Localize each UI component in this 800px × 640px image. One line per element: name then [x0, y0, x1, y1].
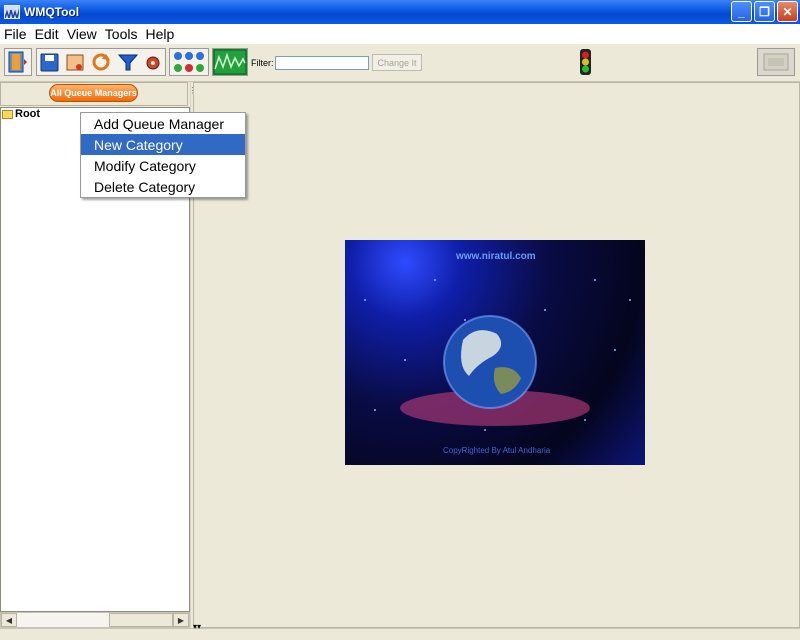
tree-item-root[interactable]: Root — [2, 108, 40, 120]
scroll-left-button[interactable]: ◀ — [1, 613, 17, 627]
status-matrix-icon — [174, 52, 204, 72]
menu-view[interactable]: View — [63, 26, 101, 42]
exit-button[interactable] — [4, 48, 32, 76]
restore-icon: ❐ — [759, 4, 770, 19]
exit-door-icon — [8, 51, 27, 73]
disabled-panel-button[interactable] — [757, 48, 795, 76]
close-icon: ✕ — [782, 4, 793, 19]
restore-button[interactable]: ❐ — [754, 1, 775, 22]
gear-settings-icon — [146, 56, 160, 70]
monitor-button[interactable] — [212, 48, 248, 76]
minimize-button[interactable]: _ — [731, 1, 752, 22]
tree-item-label: Root — [15, 108, 41, 120]
menu-tools[interactable]: Tools — [101, 26, 142, 42]
monitor-graph-icon — [213, 49, 247, 75]
minimize-icon: _ — [738, 4, 745, 19]
filter-label: Filter: — [251, 58, 274, 68]
status-button[interactable] — [169, 48, 209, 76]
context-menu: Add Queue Manager New Category Modify Ca… — [80, 112, 246, 198]
close-button[interactable]: ✕ — [777, 1, 798, 22]
change-it-button[interactable]: Change It — [372, 54, 422, 71]
menu-item-modify-category[interactable]: Modify Category — [81, 155, 245, 176]
scroll-right-button[interactable]: ▶ — [173, 613, 189, 627]
starfield-globe-graphic — [364, 279, 631, 431]
main-tools-group — [36, 48, 166, 76]
traffic-light — [574, 48, 598, 81]
status-bar — [0, 628, 800, 640]
menu-help[interactable]: Help — [141, 26, 178, 42]
folder-icon — [2, 109, 13, 119]
splash-image: www.niratul.com CopyRighted By Atul Andh… — [345, 240, 645, 465]
filter-funnel-icon — [117, 54, 139, 71]
filter-input[interactable] — [275, 56, 369, 70]
arrow-left-icon: ◀ — [5, 615, 13, 625]
scroll-thumb[interactable] — [109, 613, 173, 627]
arrow-right-icon: ▶ — [177, 615, 185, 625]
window-title: WMQTool — [24, 5, 80, 19]
menu-edit[interactable]: Edit — [31, 26, 63, 42]
app-logo-icon — [4, 5, 20, 19]
horizontal-scrollbar[interactable]: ◀ ▶ — [0, 612, 190, 628]
menu-item-new-category[interactable]: New Category — [81, 134, 245, 155]
menu-item-add-queue-manager[interactable]: Add Queue Manager — [81, 113, 245, 134]
splitter-arrows-icon[interactable]: ▾▾ — [193, 622, 201, 631]
save-icon — [40, 53, 59, 72]
menu-item-delete-category[interactable]: Delete Category — [81, 176, 245, 197]
splash-url: www.niratul.com — [456, 251, 536, 262]
traffic-light-icon — [580, 49, 591, 75]
hand-config-icon — [66, 54, 84, 71]
refresh-icon — [92, 53, 110, 71]
menu-file[interactable]: File — [0, 26, 31, 42]
menu-bar: File Edit View Tools Help — [0, 24, 800, 44]
title-bar: WMQTool _ ❐ ✕ — [0, 0, 800, 24]
disabled-panel-icon — [763, 53, 789, 71]
all-queue-managers-button[interactable]: All Queue Managers — [49, 84, 138, 102]
splash-copyright: CopyRighted By Atul Andharia — [443, 446, 551, 455]
